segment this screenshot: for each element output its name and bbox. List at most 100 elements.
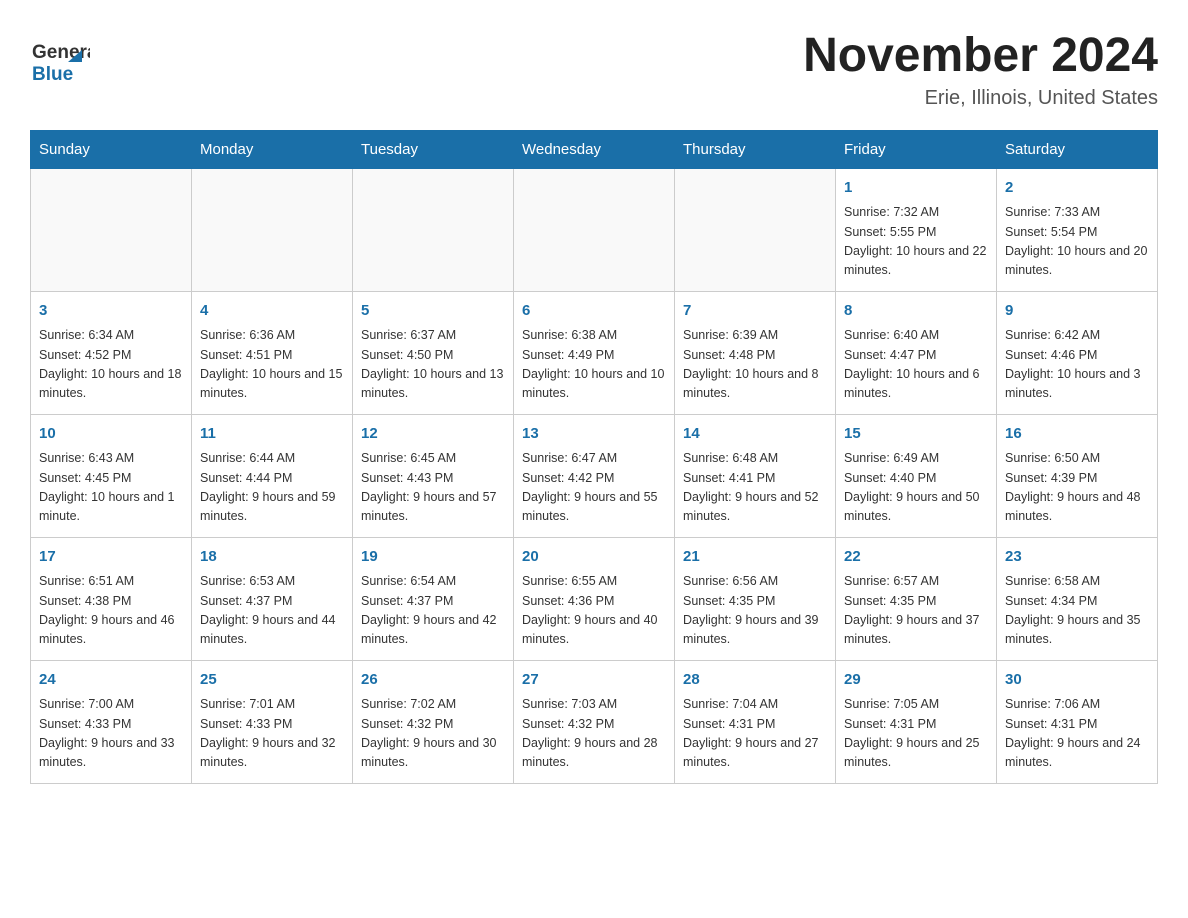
calendar-cell: 30Sunrise: 7:06 AMSunset: 4:31 PMDayligh… xyxy=(997,660,1158,783)
day-info: Sunrise: 6:42 AMSunset: 4:46 PMDaylight:… xyxy=(1005,326,1149,404)
day-number: 2 xyxy=(1005,177,1149,200)
day-of-week-header: Thursday xyxy=(675,130,836,168)
calendar-cell: 22 Sunrise: 6:57 AMSunset: 4:35 PMDayligh… xyxy=(836,537,997,660)
calendar-week-row: 17 Sunrise: 6:51 AMSunset: 4:38 PMDayligh… xyxy=(31,537,1158,660)
calendar-cell: 16 Sunrise: 6:50 AMSunset: 4:39 PMDayligh… xyxy=(997,414,1158,537)
day-number: 25 xyxy=(200,669,344,692)
day-number: 16 xyxy=(1005,423,1149,446)
day-info: Sunrise: 6:51 AMSunset: 4:38 PMDaylight:… xyxy=(39,572,183,650)
calendar-week-row: 24Sunrise: 7:00 AMSunset: 4:33 PMDayligh… xyxy=(31,660,1158,783)
day-number: 21 xyxy=(683,546,827,569)
day-of-week-header: Wednesday xyxy=(514,130,675,168)
day-number: 6 xyxy=(522,300,666,323)
day-number: 10 xyxy=(39,423,183,446)
day-number: 9 xyxy=(1005,300,1149,323)
day-info: Sunrise: 6:58 AMSunset: 4:34 PMDaylight:… xyxy=(1005,572,1149,650)
location-title: Erie, Illinois, United States xyxy=(803,87,1158,110)
calendar-cell: 17 Sunrise: 6:51 AMSunset: 4:38 PMDayligh… xyxy=(31,537,192,660)
calendar-cell: 21 Sunrise: 6:56 AMSunset: 4:35 PMDayligh… xyxy=(675,537,836,660)
calendar-cell: 14 Sunrise: 6:48 AMSunset: 4:41 PMDayligh… xyxy=(675,414,836,537)
day-number: 8 xyxy=(844,300,988,323)
calendar-cell: 11 Sunrise: 6:44 AMSunset: 4:44 PMDayligh… xyxy=(192,414,353,537)
day-of-week-header: Tuesday xyxy=(353,130,514,168)
calendar-cell: 10 Sunrise: 6:43 AMSunset: 4:45 PMDayligh… xyxy=(31,414,192,537)
calendar-week-row: 10 Sunrise: 6:43 AMSunset: 4:45 PMDayligh… xyxy=(31,414,1158,537)
day-info: Sunrise: 6:54 AMSunset: 4:37 PMDaylight:… xyxy=(361,572,505,650)
day-info: Sunrise: 7:05 AMSunset: 4:31 PMDaylight:… xyxy=(844,695,988,773)
day-info: Sunrise: 6:53 AMSunset: 4:37 PMDaylight:… xyxy=(200,572,344,650)
day-number: 17 xyxy=(39,546,183,569)
day-of-week-header: Saturday xyxy=(997,130,1158,168)
day-info: Sunrise: 7:03 AMSunset: 4:32 PMDaylight:… xyxy=(522,695,666,773)
day-number: 7 xyxy=(683,300,827,323)
logo-graphic: General Blue xyxy=(30,30,90,95)
calendar-week-row: 1Sunrise: 7:32 AMSunset: 5:55 PMDaylight… xyxy=(31,168,1158,291)
day-number: 19 xyxy=(361,546,505,569)
day-number: 4 xyxy=(200,300,344,323)
day-number: 20 xyxy=(522,546,666,569)
day-number: 22 xyxy=(844,546,988,569)
calendar-cell: 28Sunrise: 7:04 AMSunset: 4:31 PMDayligh… xyxy=(675,660,836,783)
day-info: Sunrise: 6:40 AMSunset: 4:47 PMDaylight:… xyxy=(844,326,988,404)
calendar-cell: 13 Sunrise: 6:47 AMSunset: 4:42 PMDayligh… xyxy=(514,414,675,537)
day-info: Sunrise: 6:55 AMSunset: 4:36 PMDaylight:… xyxy=(522,572,666,650)
calendar-cell: 15 Sunrise: 6:49 AMSunset: 4:40 PMDayligh… xyxy=(836,414,997,537)
calendar-cell: 24Sunrise: 7:00 AMSunset: 4:33 PMDayligh… xyxy=(31,660,192,783)
day-info: Sunrise: 7:33 AMSunset: 5:54 PMDaylight:… xyxy=(1005,203,1149,281)
calendar-cell: 8 Sunrise: 6:40 AMSunset: 4:47 PMDaylight… xyxy=(836,291,997,414)
day-number: 18 xyxy=(200,546,344,569)
day-info: Sunrise: 7:06 AMSunset: 4:31 PMDaylight:… xyxy=(1005,695,1149,773)
calendar-cell: 7 Sunrise: 6:39 AMSunset: 4:48 PMDaylight… xyxy=(675,291,836,414)
calendar-cell xyxy=(31,168,192,291)
day-number: 15 xyxy=(844,423,988,446)
calendar-cell xyxy=(514,168,675,291)
day-info: Sunrise: 6:34 AMSunset: 4:52 PMDaylight:… xyxy=(39,326,183,404)
day-number: 11 xyxy=(200,423,344,446)
day-of-week-header: Sunday xyxy=(31,130,192,168)
calendar-cell: 18 Sunrise: 6:53 AMSunset: 4:37 PMDayligh… xyxy=(192,537,353,660)
day-info: Sunrise: 6:44 AMSunset: 4:44 PMDaylight:… xyxy=(200,449,344,527)
calendar-header-row: SundayMondayTuesdayWednesdayThursdayFrid… xyxy=(31,130,1158,168)
calendar-cell: 27 Sunrise: 7:03 AMSunset: 4:32 PMDayligh… xyxy=(514,660,675,783)
day-info: Sunrise: 6:38 AMSunset: 4:49 PMDaylight:… xyxy=(522,326,666,404)
day-info: Sunrise: 6:47 AMSunset: 4:42 PMDaylight:… xyxy=(522,449,666,527)
day-number: 23 xyxy=(1005,546,1149,569)
day-info: Sunrise: 6:56 AMSunset: 4:35 PMDaylight:… xyxy=(683,572,827,650)
calendar-cell: 3 Sunrise: 6:34 AMSunset: 4:52 PMDaylight… xyxy=(31,291,192,414)
day-info: Sunrise: 6:48 AMSunset: 4:41 PMDaylight:… xyxy=(683,449,827,527)
calendar-cell xyxy=(675,168,836,291)
day-of-week-header: Friday xyxy=(836,130,997,168)
day-number: 29 xyxy=(844,669,988,692)
calendar-cell: 26 Sunrise: 7:02 AMSunset: 4:32 PMDayligh… xyxy=(353,660,514,783)
day-info: Sunrise: 7:02 AMSunset: 4:32 PMDaylight:… xyxy=(361,695,505,773)
day-info: Sunrise: 6:39 AMSunset: 4:48 PMDaylight:… xyxy=(683,326,827,404)
day-number: 26 xyxy=(361,669,505,692)
day-info: Sunrise: 6:43 AMSunset: 4:45 PMDaylight:… xyxy=(39,449,183,527)
day-info: Sunrise: 6:36 AMSunset: 4:51 PMDaylight:… xyxy=(200,326,344,404)
calendar-cell: 9 Sunrise: 6:42 AMSunset: 4:46 PMDaylight… xyxy=(997,291,1158,414)
day-info: Sunrise: 7:04 AMSunset: 4:31 PMDaylight:… xyxy=(683,695,827,773)
calendar-cell: 2 Sunrise: 7:33 AMSunset: 5:54 PMDaylight… xyxy=(997,168,1158,291)
day-number: 5 xyxy=(361,300,505,323)
day-number: 24 xyxy=(39,669,183,692)
calendar-cell: 29 Sunrise: 7:05 AMSunset: 4:31 PMDayligh… xyxy=(836,660,997,783)
calendar-cell: 23 Sunrise: 6:58 AMSunset: 4:34 PMDayligh… xyxy=(997,537,1158,660)
calendar-cell xyxy=(353,168,514,291)
day-number: 3 xyxy=(39,300,183,323)
calendar-cell: 4 Sunrise: 6:36 AMSunset: 4:51 PMDaylight… xyxy=(192,291,353,414)
calendar-cell xyxy=(192,168,353,291)
month-title: November 2024 xyxy=(803,30,1158,83)
day-number: 14 xyxy=(683,423,827,446)
calendar-cell: 25Sunrise: 7:01 AMSunset: 4:33 PMDayligh… xyxy=(192,660,353,783)
calendar-cell: 20 Sunrise: 6:55 AMSunset: 4:36 PMDayligh… xyxy=(514,537,675,660)
calendar-cell: 1Sunrise: 7:32 AMSunset: 5:55 PMDaylight… xyxy=(836,168,997,291)
day-info: Sunrise: 6:49 AMSunset: 4:40 PMDaylight:… xyxy=(844,449,988,527)
day-number: 27 xyxy=(522,669,666,692)
calendar-table: SundayMondayTuesdayWednesdayThursdayFrid… xyxy=(30,130,1158,784)
logo: General Blue xyxy=(30,30,90,95)
calendar-week-row: 3 Sunrise: 6:34 AMSunset: 4:52 PMDaylight… xyxy=(31,291,1158,414)
day-info: Sunrise: 6:50 AMSunset: 4:39 PMDaylight:… xyxy=(1005,449,1149,527)
day-info: Sunrise: 6:57 AMSunset: 4:35 PMDaylight:… xyxy=(844,572,988,650)
day-number: 13 xyxy=(522,423,666,446)
svg-text:Blue: Blue xyxy=(32,64,73,85)
